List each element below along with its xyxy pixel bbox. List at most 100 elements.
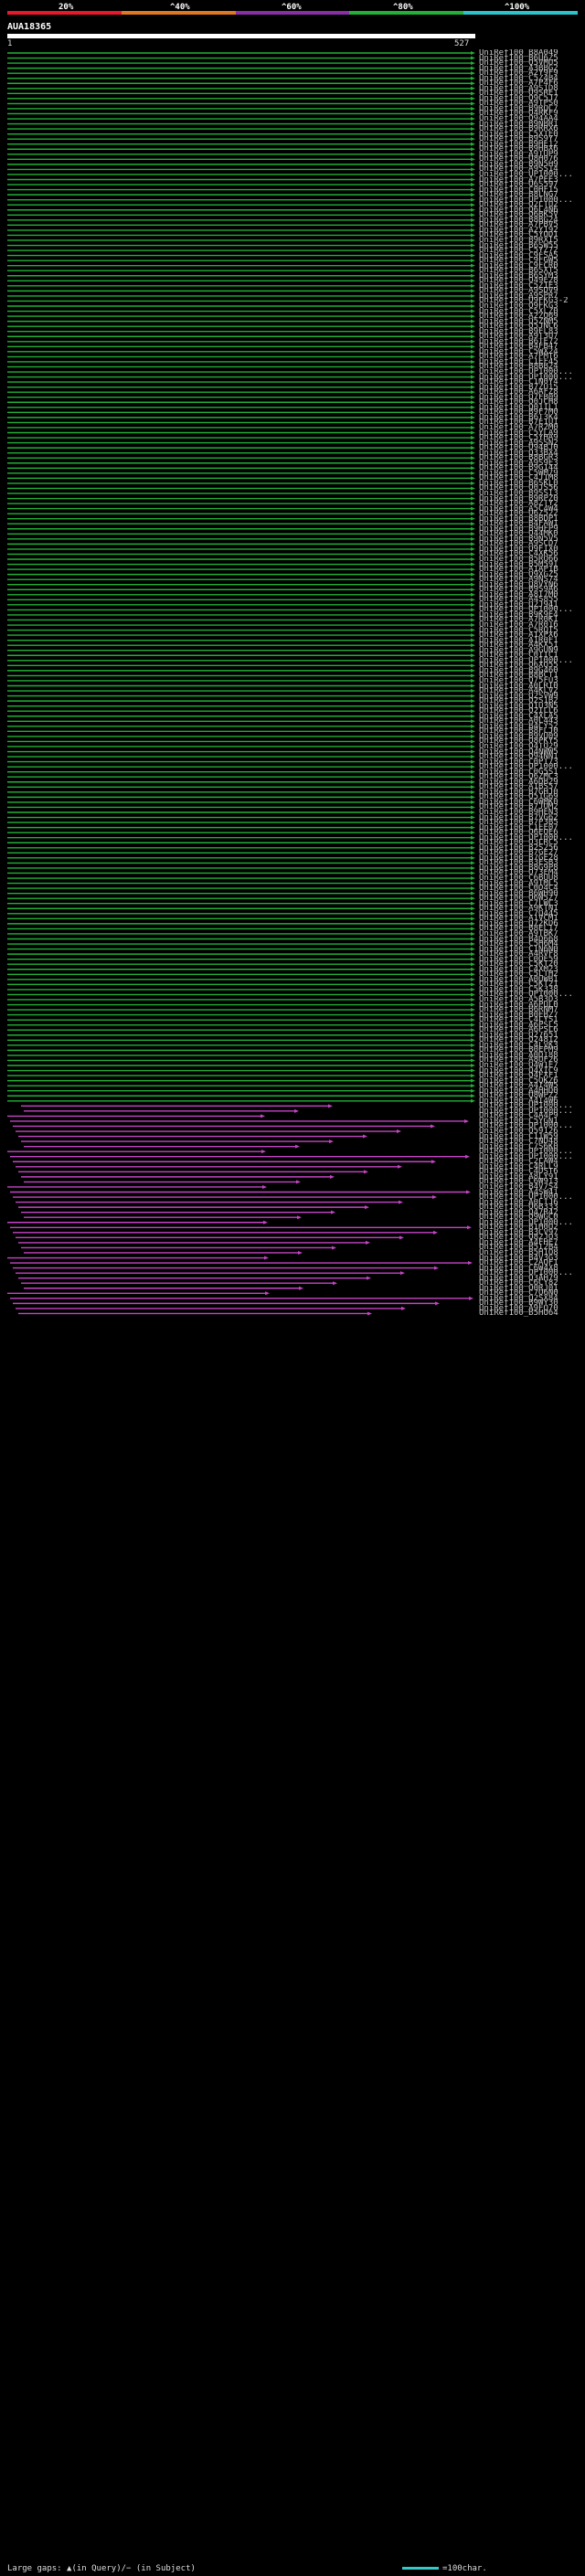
hit-arrow <box>471 223 475 228</box>
hit-arrow <box>471 1078 475 1083</box>
hit-arrow <box>471 502 475 506</box>
hit-arrow <box>471 304 475 308</box>
hit-arrow <box>471 106 475 111</box>
hit-arrow <box>471 279 475 283</box>
hit-arrow <box>471 855 475 860</box>
hit-arrow <box>471 638 475 642</box>
hit-arrow <box>471 395 475 399</box>
hit-arrow <box>471 249 475 253</box>
hit-arrow <box>471 167 475 172</box>
hit-arrow <box>261 1150 266 1154</box>
hit-arrow <box>471 891 475 896</box>
hit-arrow <box>434 1266 439 1270</box>
hit-arrow <box>471 578 475 582</box>
hit-arrow <box>471 937 475 941</box>
hit-arrow <box>471 339 475 344</box>
hit-arrow <box>471 1012 475 1017</box>
hit-arrow <box>471 405 475 409</box>
hit-arrow <box>471 952 475 957</box>
hit-arrow <box>295 1144 300 1149</box>
hit-arrow <box>471 349 475 354</box>
hit-arrow <box>332 1246 336 1250</box>
hit-arrow <box>471 931 475 936</box>
hit-label[interactable]: UniRef100_B5HU64 <box>479 1309 585 1318</box>
hit-arrow <box>471 678 475 683</box>
hit-arrow <box>329 1140 334 1144</box>
hit-arrow <box>471 714 475 718</box>
hit-arrow <box>471 526 475 531</box>
hit-arrow <box>471 542 475 546</box>
hit-arrow <box>471 238 475 242</box>
hit-arrow <box>471 841 475 845</box>
hit-arrow <box>471 51 475 55</box>
hit-arrow <box>471 942 475 947</box>
hit-arrow <box>471 334 475 339</box>
hit-arrow <box>294 1108 299 1113</box>
hit-arrow <box>471 410 475 415</box>
hit-arrow <box>471 896 475 901</box>
hit-arrow <box>366 1240 370 1245</box>
hit-arrow <box>471 91 475 96</box>
hit-arrow <box>471 299 475 303</box>
hit-arrow <box>471 86 475 90</box>
hit-arrow <box>471 1068 475 1073</box>
hit-arrow <box>471 243 475 248</box>
hit-arrow <box>471 309 475 313</box>
hit-arrow <box>331 1210 335 1214</box>
hit-arrow <box>471 927 475 931</box>
hit-arrow <box>471 101 475 106</box>
hit-arrow <box>471 997 475 1002</box>
hit-arrow <box>471 724 475 728</box>
hit-arrow <box>471 365 475 369</box>
scale-swatch <box>402 2567 439 2570</box>
hit-arrow <box>471 901 475 906</box>
hit-arrow <box>471 207 475 212</box>
hit-arrow <box>431 1124 435 1129</box>
hit-arrow <box>471 430 475 435</box>
hit-arrow <box>471 992 475 997</box>
hit-arrow <box>471 562 475 567</box>
hit-arrow <box>367 1311 372 1316</box>
hit-arrow <box>471 117 475 122</box>
hit-arrow <box>471 355 475 359</box>
hit-arrow <box>471 684 475 688</box>
hit-arrow <box>471 972 475 977</box>
hit-arrow <box>471 1098 475 1103</box>
hit-arrow <box>367 1276 371 1280</box>
hit-arrow <box>471 704 475 708</box>
hit-arrow <box>471 187 475 192</box>
hit-arrow <box>471 886 475 891</box>
hit-arrow <box>471 633 475 638</box>
hit-arrow <box>471 947 475 951</box>
hit-arrow <box>471 588 475 592</box>
hit-arrow <box>471 628 475 632</box>
hit-arrow <box>471 1028 475 1033</box>
hit-arrow <box>262 1184 267 1189</box>
hit-arrow <box>471 582 475 587</box>
hit-arrow <box>471 324 475 329</box>
hit-arrow <box>398 1164 402 1169</box>
hit-arrow <box>297 1215 302 1220</box>
hit-arrow <box>471 228 475 232</box>
hit-arrow <box>471 957 475 961</box>
hit-arrow <box>471 648 475 652</box>
hit-arrow <box>471 61 475 66</box>
scale-text: =100char. <box>442 2564 487 2573</box>
hit-arrow <box>471 375 475 379</box>
hit-arrow <box>471 329 475 334</box>
hit-arrow <box>400 1271 405 1276</box>
hit-arrow <box>471 821 475 825</box>
hit-arrow <box>471 835 475 840</box>
hit-arrow <box>471 466 475 471</box>
hit-arrow <box>471 917 475 921</box>
hit-arrow <box>471 598 475 602</box>
hit-arrow <box>471 512 475 516</box>
hit-arrow <box>265 1291 270 1296</box>
hit-arrow <box>471 612 475 617</box>
hit-arrow <box>471 1074 475 1078</box>
hit-arrow <box>471 162 475 166</box>
hit-arrow <box>471 906 475 911</box>
hit-arrow <box>432 1195 437 1200</box>
hit-arrow <box>471 197 475 202</box>
hit-arrow <box>471 769 475 774</box>
